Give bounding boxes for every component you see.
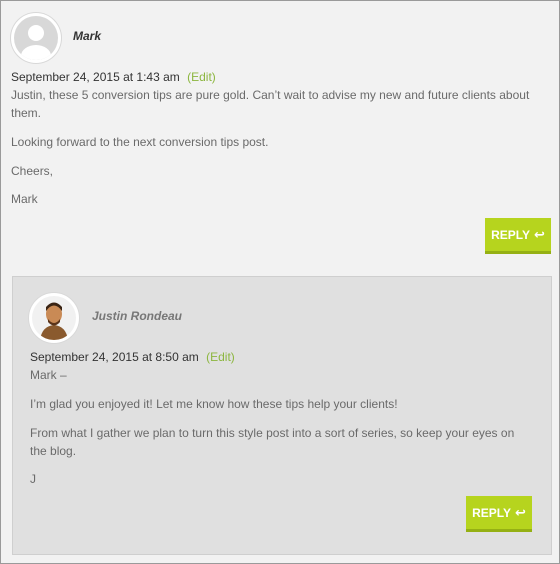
reply-button[interactable]: REPLY ↩: [466, 496, 532, 532]
reply-paragraph: Mark –: [30, 368, 67, 382]
reply-author: Justin Rondeau: [92, 309, 183, 323]
comment-thread: Mark September 24, 2015 at 1:43 am (Edit…: [0, 0, 560, 564]
default-avatar-icon: [14, 16, 58, 60]
edit-link[interactable]: (Edit): [187, 70, 216, 84]
comment-body: Justin, these 5 conversion tips are pure…: [11, 86, 531, 208]
reply-meta: September 24, 2015 at 8:50 am (Edit): [30, 350, 235, 364]
comment-author: Mark: [73, 29, 102, 43]
reply-arrow-icon: ↩: [515, 505, 526, 520]
comment-paragraph: Mark: [11, 192, 38, 206]
avatar: [11, 13, 61, 63]
comment-paragraph: Cheers,: [11, 164, 54, 178]
avatar: [29, 293, 79, 343]
reply-paragraph: From what I gather we plan to turn this …: [30, 426, 515, 458]
reply-comment: Justin Rondeau September 24, 2015 at 8:5…: [12, 276, 552, 555]
reply-label: REPLY: [472, 505, 511, 520]
reply-label: REPLY: [491, 227, 530, 242]
comment-meta: September 24, 2015 at 1:43 am (Edit): [11, 70, 216, 84]
comment-date[interactable]: September 24, 2015 at 1:43 am: [11, 70, 180, 84]
edit-link[interactable]: (Edit): [206, 350, 235, 364]
author-photo-icon: [32, 296, 76, 340]
reply-paragraph: J: [30, 472, 36, 486]
reply-paragraph: I’m glad you enjoyed it! Let me know how…: [30, 397, 398, 411]
comment-paragraph: Justin, these 5 conversion tips are pure…: [11, 88, 530, 120]
reply-arrow-icon: ↩: [534, 227, 545, 242]
reply-button[interactable]: REPLY ↩: [485, 218, 551, 254]
reply-body: Mark – I’m glad you enjoyed it! Let me k…: [30, 366, 530, 488]
reply-date[interactable]: September 24, 2015 at 8:50 am: [30, 350, 199, 364]
comment-paragraph: Looking forward to the next conversion t…: [11, 135, 269, 149]
